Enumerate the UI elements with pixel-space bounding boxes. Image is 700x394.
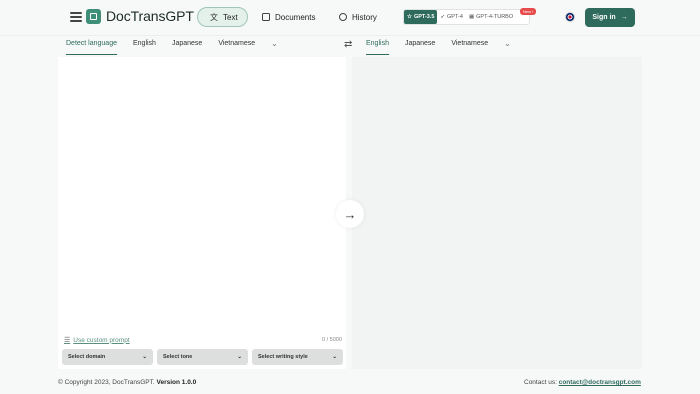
source-language-tabs: Detect language English Japanese Vietnam… bbox=[66, 38, 278, 56]
tab-target-vietnamese[interactable]: Vietnamese bbox=[451, 40, 488, 55]
model-gpt4turbo-button[interactable]: ▦ GPT-4-TURBO bbox=[466, 10, 516, 24]
swap-languages-icon[interactable]: ⇄ bbox=[344, 39, 352, 50]
character-count: 0 / 5000 bbox=[322, 337, 342, 343]
select-style-label: Select writing style bbox=[258, 354, 308, 360]
sliders-icon: ☰ bbox=[64, 337, 71, 344]
contact-email-link[interactable]: contact@doctransgpt.com bbox=[559, 379, 641, 386]
arrow-right-icon: → bbox=[343, 206, 357, 222]
version-text: Version 1.0.0 bbox=[156, 379, 197, 386]
logo-text: DocTransGPT bbox=[106, 8, 194, 24]
nav-history-button[interactable]: History bbox=[339, 7, 377, 27]
tab-target-japanese[interactable]: Japanese bbox=[405, 40, 435, 55]
select-tone[interactable]: Select tone ⌄ bbox=[157, 349, 248, 365]
nav-text-button[interactable]: 文 Text bbox=[197, 7, 248, 27]
rocket-icon: ➶ bbox=[440, 14, 446, 20]
tab-source-vietnamese[interactable]: Vietnamese bbox=[218, 40, 255, 55]
select-writing-style[interactable]: Select writing style ⌄ bbox=[252, 349, 343, 365]
grid-icon: ▦ bbox=[468, 14, 475, 20]
tab-source-english[interactable]: English bbox=[133, 40, 156, 55]
chevron-down-icon: ⌄ bbox=[332, 354, 337, 360]
chevron-down-icon[interactable]: ⌄ bbox=[504, 39, 511, 55]
model-gpt4-button[interactable]: ➶ GPT-4 bbox=[437, 10, 466, 24]
nav-documents-button[interactable]: Documents bbox=[262, 7, 315, 27]
tab-target-english[interactable]: English bbox=[366, 40, 389, 55]
new-badge: New ! bbox=[520, 8, 537, 15]
nav-text-label: Text bbox=[223, 12, 238, 22]
tab-source-japanese[interactable]: Japanese bbox=[172, 40, 202, 55]
document-icon bbox=[262, 13, 270, 21]
select-tone-label: Select tone bbox=[163, 354, 193, 360]
custom-prompt-link[interactable]: ☰ Use custom prompt bbox=[64, 336, 130, 345]
translation-output bbox=[352, 57, 642, 369]
target-language-tabs: English Japanese Vietnamese ⌄ bbox=[366, 38, 511, 56]
model-gpt4-label: GPT-4 bbox=[447, 14, 463, 20]
select-domain[interactable]: Select domain ⌄ bbox=[62, 349, 153, 365]
chevron-down-icon: ⌄ bbox=[142, 354, 147, 360]
chevron-down-icon: ⌄ bbox=[237, 354, 242, 360]
footer-copyright: © Copyright 2023, DocTransGPT. Version 1… bbox=[58, 379, 196, 386]
header-divider bbox=[0, 35, 700, 36]
select-domain-label: Select domain bbox=[68, 354, 106, 360]
tab-detect-language[interactable]: Detect language bbox=[66, 40, 117, 55]
model-selector: ☆ GPT-3.5 ➶ GPT-4 ▦ GPT-4-TURBO bbox=[403, 9, 530, 25]
chevron-down-icon[interactable]: ⌄ bbox=[271, 39, 278, 55]
source-text-input[interactable] bbox=[58, 57, 346, 369]
star-icon: ☆ bbox=[407, 14, 412, 20]
copyright-text: © Copyright 2023, DocTransGPT. bbox=[58, 379, 155, 386]
translate-icon: 文 bbox=[210, 12, 218, 22]
uk-flag-icon[interactable] bbox=[565, 12, 575, 22]
clock-icon bbox=[339, 13, 347, 21]
translate-button[interactable]: → bbox=[336, 200, 364, 228]
contact-label: Contact us: bbox=[524, 379, 557, 386]
menu-icon[interactable] bbox=[70, 12, 82, 22]
model-gpt35-label: GPT-3.5 bbox=[413, 14, 435, 20]
nav-documents-label: Documents bbox=[275, 12, 316, 22]
nav-history-label: History bbox=[352, 12, 377, 22]
arrow-right-icon: → bbox=[620, 14, 628, 21]
logo-icon bbox=[86, 9, 101, 24]
model-gpt4turbo-label: GPT-4-TURBO bbox=[476, 14, 514, 20]
footer-contact: Contact us: contact@doctransgpt.com bbox=[524, 379, 641, 386]
sign-in-label: Sign in bbox=[592, 14, 616, 21]
custom-prompt-label: Use custom prompt bbox=[73, 336, 130, 344]
model-gpt35-button[interactable]: ☆ GPT-3.5 bbox=[404, 10, 438, 24]
sign-in-button[interactable]: Sign in → bbox=[585, 8, 635, 27]
